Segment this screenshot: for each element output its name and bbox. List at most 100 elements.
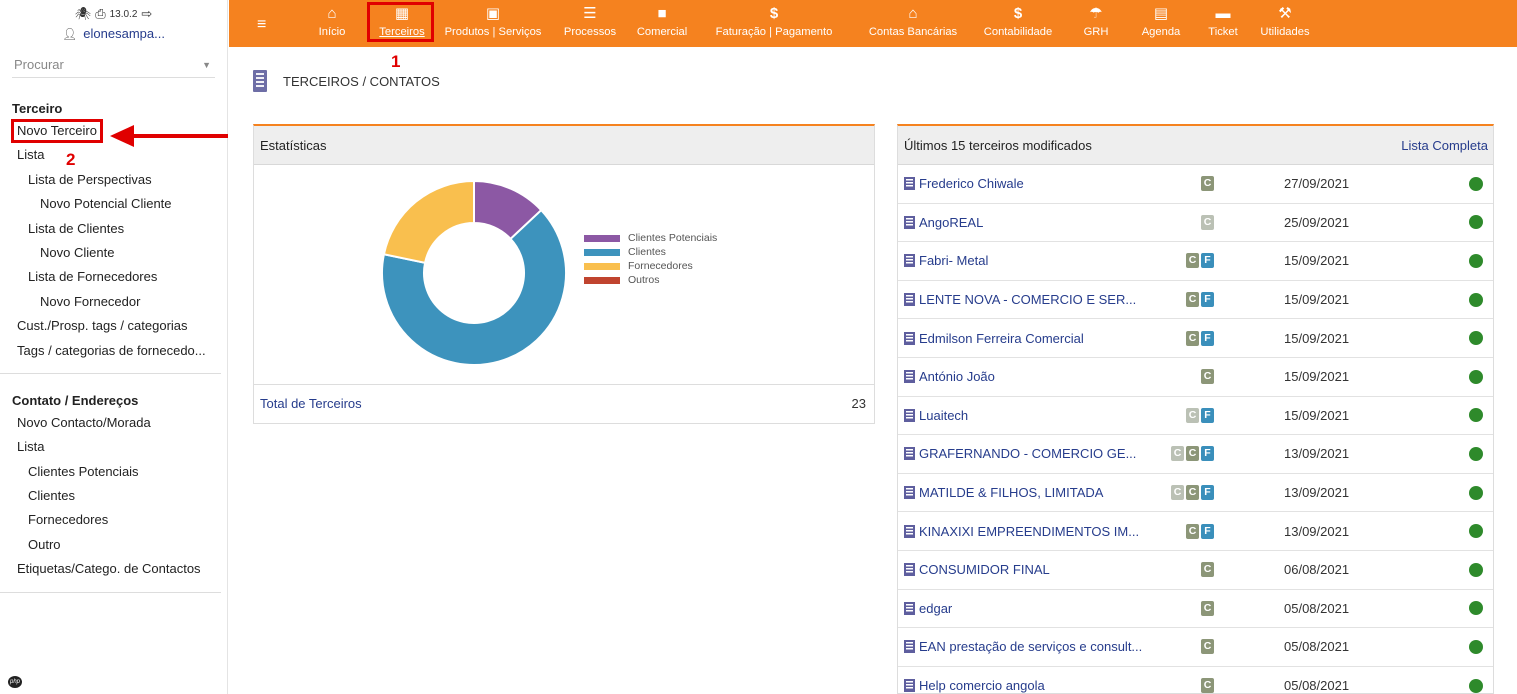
sidebar-section-title: Contato / Endereços [12, 392, 139, 408]
annotation-number-2: 2 [66, 150, 76, 169]
legend-item: Clientes [584, 245, 717, 259]
menu-item-faturacao[interactable]: $ Faturação | Pagamento [716, 5, 833, 39]
legend-swatch [584, 262, 620, 270]
sidebar-item-lista-clientes[interactable]: Lista de Clientes [0, 217, 221, 241]
legend-label: Clientes [628, 246, 666, 258]
sidebar-section-contato: Contato / Endereços Novo Contacto/Morada… [0, 374, 221, 593]
logout-icon[interactable]: ⇨ [141, 6, 152, 22]
username: elonesampa... [83, 26, 165, 41]
type-badges: CF [1186, 253, 1214, 269]
hamburger-menu-icon[interactable]: ≡ [257, 16, 266, 34]
menu-item-processos[interactable]: ☰ Processos [564, 5, 616, 39]
building-icon [904, 293, 915, 307]
menu-item-agenda[interactable]: ▤ Agenda [1142, 5, 1181, 39]
menu-item-utilidades[interactable]: ⚒ Utilidades [1260, 5, 1309, 39]
modified-date: 13/09/2021 [1284, 523, 1350, 539]
thirdparty-link[interactable]: Frederico Chiwale [904, 176, 1024, 191]
sidebar-item-novo-contacto[interactable]: Novo Contacto/Morada [0, 411, 221, 435]
modified-date: 13/09/2021 [1284, 446, 1350, 462]
sidebar-item-lista-fornecedores[interactable]: Lista de Fornecedores [0, 265, 221, 289]
sidebar-item-etiquetas[interactable]: Etiquetas/Catego. de Contactos [0, 557, 221, 581]
full-list-link[interactable]: Lista Completa [1401, 126, 1488, 165]
sidebar-item-clientes[interactable]: Clientes [0, 484, 221, 508]
menu-item-ticket[interactable]: ▬ Ticket [1208, 5, 1237, 39]
thirdparty-link[interactable]: Edmilson Ferreira Comercial [904, 331, 1084, 346]
building-icon [904, 370, 915, 384]
legend-label: Outros [628, 274, 660, 286]
building-icon [904, 447, 915, 461]
thirdparty-link[interactable]: Help comercio angola [904, 678, 1045, 693]
page-title: TERCEIROS / CONTATOS [283, 73, 440, 89]
modified-date: 15/09/2021 [1284, 330, 1350, 346]
menu-item-inicio[interactable]: ⌂ Início [319, 5, 346, 39]
sidebar-item-fornecedores[interactable]: Fornecedores [0, 508, 221, 532]
building-icon [904, 177, 915, 191]
panel-title: Últimos 15 terceiros modificados [904, 138, 1092, 153]
status-dot-icon [1469, 678, 1483, 693]
table-row: Edmilson Ferreira Comercial C F 15/09/2021 [898, 319, 1493, 358]
supplier-badge: F [1201, 446, 1214, 462]
sidebar-item-clientes-potenciais[interactable]: Clientes Potenciais [0, 460, 221, 484]
table-row: António João C 15/09/2021 [898, 358, 1493, 397]
sidebar-item-cust-tags[interactable]: Cust./Prosp. tags / categorias [0, 314, 221, 338]
menu-item-label: Faturação | Pagamento [715, 26, 833, 38]
modified-date: 05/08/2021 [1284, 639, 1350, 655]
legend-label: Clientes Potenciais [628, 232, 718, 244]
menu-item-comercial[interactable]: ■ Comercial [637, 5, 687, 39]
customer-badge: C [1186, 292, 1199, 308]
building-icon [904, 640, 915, 654]
sidebar-item-outro[interactable]: Outro [0, 533, 221, 557]
panel-header: Últimos 15 terceiros modificados Lista C… [898, 126, 1493, 165]
modified-date: 13/09/2021 [1284, 485, 1350, 501]
search-select[interactable]: Procurar ▼ [12, 52, 215, 78]
product-icon: ▣ [485, 5, 501, 22]
user-block: 🕷︎ ⎙ 13.0.2 ⇨ 👤︎ elonesampa... [0, 0, 227, 52]
sidebar-item-lista-contactos[interactable]: Lista [0, 435, 221, 459]
sidebar-item-novo-fornecedor[interactable]: Novo Fornecedor [0, 290, 221, 314]
sidebar-item-novo-cliente[interactable]: Novo Cliente [0, 241, 221, 265]
menu-item-label: Produtos | Serviços [444, 26, 542, 38]
menu-item-label: Início [318, 26, 346, 38]
menu-item-contabilidade[interactable]: $ Contabilidade [984, 5, 1052, 39]
total-label: Total de Terceiros [260, 396, 362, 411]
menu-item-produtos[interactable]: ▣ Produtos | Serviços [445, 5, 542, 39]
thirdparty-name: António João [919, 369, 995, 385]
modified-date: 15/09/2021 [1284, 407, 1350, 423]
type-badges: C [1201, 639, 1214, 655]
customer-badge: C [1201, 369, 1214, 385]
thirdparty-link[interactable]: António João [904, 369, 995, 384]
status-dot-icon [1469, 446, 1483, 461]
menu-item-label: Utilidades [1260, 26, 1310, 38]
thirdparty-link[interactable]: MATILDE & FILHOS, LIMITADA [904, 485, 1103, 500]
sidebar-item-novo-potencial-cliente[interactable]: Novo Potencial Cliente [0, 192, 221, 216]
thirdparty-link[interactable]: Luaitech [904, 408, 968, 423]
thirdparty-link[interactable]: GRAFERNANDO - COMERCIO GE... [904, 446, 1136, 461]
prospect-badge: C [1201, 214, 1214, 230]
building-icon [904, 254, 915, 268]
sidebar-item-supplier-tags[interactable]: Tags / categorias de fornecedo... [0, 339, 221, 363]
donut-chart [381, 179, 567, 366]
thirdparty-link[interactable]: KINAXIXI EMPREENDIMENTOS IM... [904, 524, 1139, 539]
type-badges: CF [1186, 407, 1214, 423]
thirdparty-link[interactable]: LENTE NOVA - COMERCIO E SER... [904, 292, 1136, 307]
left-sidebar: 🕷︎ ⎙ 13.0.2 ⇨ 👤︎ elonesampa... Procurar … [0, 0, 228, 694]
thirdparty-name: Luaitech [919, 407, 969, 423]
thirdparty-link[interactable]: edgar [904, 601, 952, 616]
sidebar-item-lista-perspectivas[interactable]: Lista de Perspectivas [0, 168, 221, 192]
briefcase-icon: ■ [657, 5, 667, 22]
printer-icon[interactable]: ⎙ [95, 6, 105, 22]
thirdparty-link[interactable]: EAN prestação de serviços e consult... [904, 639, 1142, 654]
menu-item-contas-bancarias[interactable]: ⌂ Contas Bancárias [869, 5, 957, 39]
menu-item-grh[interactable]: ☂ GRH [1084, 5, 1109, 39]
user-link[interactable]: 👤︎ elonesampa... [0, 26, 227, 41]
thirdparty-link[interactable]: Fabri- Metal [904, 253, 988, 268]
bug-icon[interactable]: 🕷︎ [75, 6, 92, 22]
thirdparty-link[interactable]: CONSUMIDOR FINAL [904, 562, 1050, 577]
type-badges: C [1201, 214, 1214, 230]
building-icon [904, 331, 915, 345]
status-dot-icon [1469, 524, 1483, 539]
modified-date: 06/08/2021 [1284, 562, 1350, 578]
table-row: CONSUMIDOR FINAL C 06/08/2021 [898, 551, 1493, 590]
thirdparty-name: MATILDE & FILHOS, LIMITADA [919, 485, 1104, 501]
thirdparty-link[interactable]: AngoREAL [904, 215, 983, 230]
